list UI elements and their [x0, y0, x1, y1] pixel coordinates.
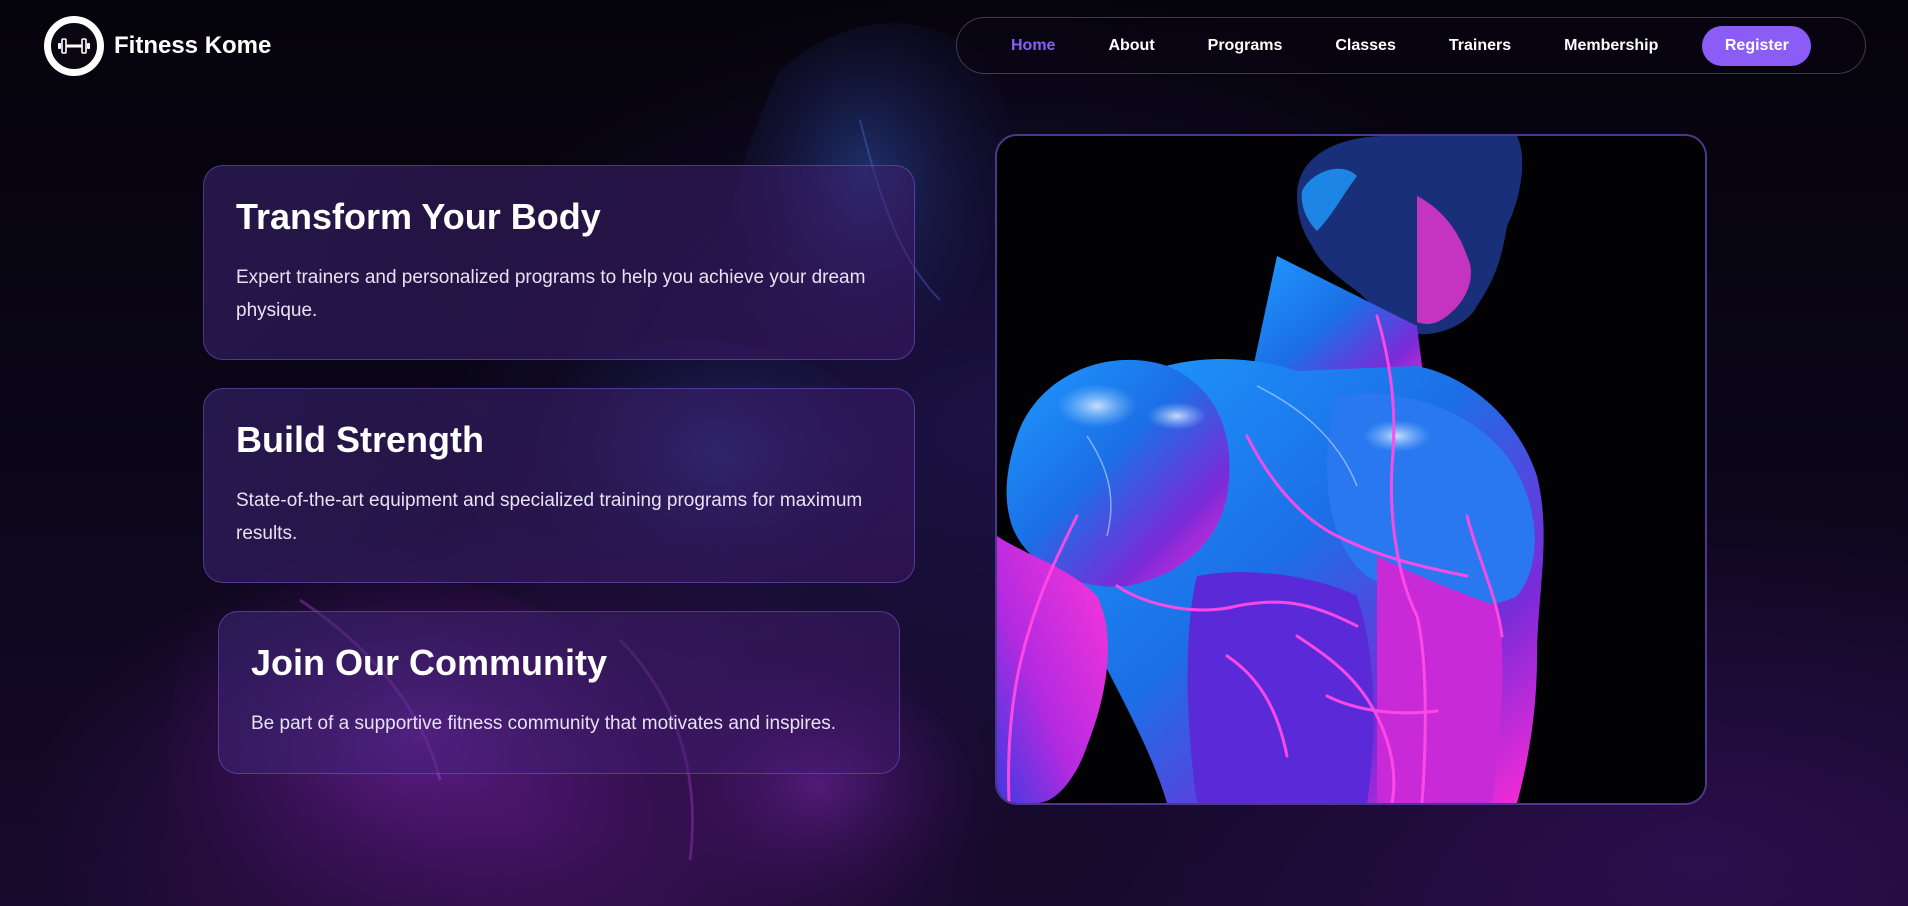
nav-link-programs[interactable]: Programs [1208, 37, 1283, 55]
neon-athlete-illustration [997, 136, 1705, 803]
nav-link-membership[interactable]: Membership [1564, 37, 1658, 55]
feature-card-transform: Transform Your Body Expert trainers and … [203, 165, 915, 360]
nav-link-classes[interactable]: Classes [1335, 37, 1396, 55]
main-navigation: Home About Programs Classes Trainers Mem… [956, 17, 1866, 74]
nav-link-home[interactable]: Home [1011, 37, 1055, 55]
feature-title: Build Strength [236, 419, 484, 460]
feature-title: Join Our Community [251, 642, 608, 683]
nav-link-about[interactable]: About [1108, 37, 1154, 55]
landing-page: Fitness Kome Home About Programs Classes… [0, 0, 1908, 906]
brand-name: Fitness Kome [114, 32, 272, 59]
feature-description: State-of-the-art equipment and specializ… [236, 490, 863, 545]
feature-card-community: Join Our Community Be part of a supporti… [218, 611, 900, 774]
site-logo[interactable]: Fitness Kome [44, 16, 271, 76]
nav-link-trainers[interactable]: Trainers [1449, 37, 1511, 55]
dumbbell-icon [49, 21, 99, 71]
logo-badge [44, 16, 104, 76]
hero-image [995, 134, 1707, 805]
feature-description: Expert trainers and personalized program… [236, 267, 866, 322]
feature-card-strength: Build Strength State-of-the-art equipmen… [203, 388, 915, 583]
feature-title: Transform Your Body [236, 196, 601, 237]
register-button[interactable]: Register [1702, 25, 1812, 66]
feature-description: Be part of a supportive fitness communit… [251, 713, 837, 735]
